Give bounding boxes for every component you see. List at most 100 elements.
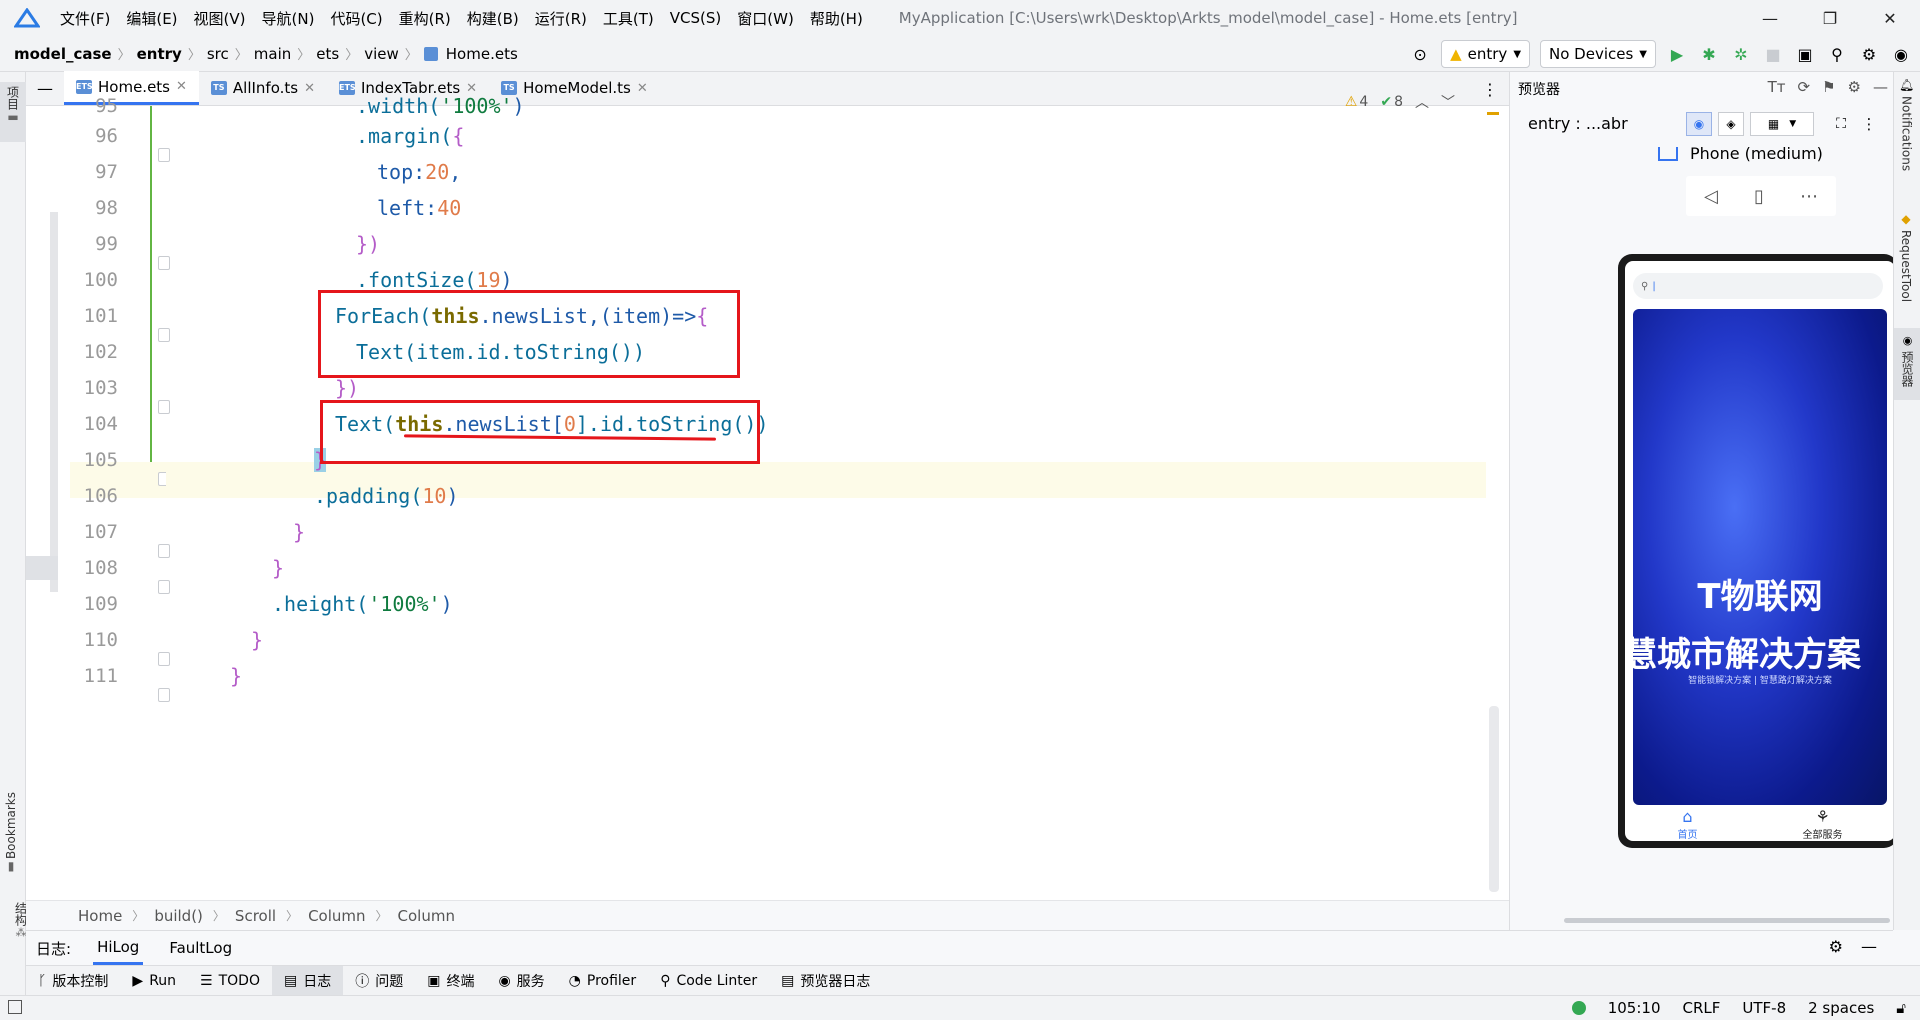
- tool-profiler[interactable]: ◔ Profiler: [557, 966, 649, 996]
- account-icon[interactable]: ◉: [1890, 43, 1912, 65]
- menu-file[interactable]: 文件(F): [52, 8, 118, 29]
- tool-run[interactable]: ▶ Run: [120, 966, 188, 996]
- app-search-bar[interactable]: ⚲ |: [1633, 273, 1883, 299]
- close-icon[interactable]: ✕: [1860, 0, 1920, 36]
- nav-all-services[interactable]: ⚘ 全部服务: [1803, 807, 1843, 841]
- gear-icon[interactable]: ⚙: [1829, 937, 1843, 956]
- module-select[interactable]: ▲ entry ▼: [1441, 40, 1531, 68]
- minimize-icon[interactable]: —: [1740, 0, 1800, 36]
- menu-edit[interactable]: 编辑(E): [118, 8, 185, 29]
- inspector-icon[interactable]: ◉: [1686, 112, 1712, 136]
- font-size-icon[interactable]: Tт: [1768, 78, 1786, 96]
- rotate-icon[interactable]: ▯: [1754, 186, 1764, 207]
- project-tool-button[interactable]: 项目 ▬: [0, 82, 26, 142]
- tool-todo[interactable]: ☰ TODO: [188, 966, 272, 996]
- bookmarks-tool-button[interactable]: Bookmarks ▮: [4, 792, 18, 873]
- bc-scroll[interactable]: Scroll: [235, 907, 276, 925]
- previewer-tool-button[interactable]: ◉ 预览器: [1894, 328, 1920, 400]
- gear-icon[interactable]: ⚙: [1858, 43, 1880, 65]
- banner-image[interactable]: T物联网 慧城市解决方案 智能锁解决方案 | 智慧路灯解决方案: [1633, 309, 1887, 805]
- device-manager-icon[interactable]: ▣: [1794, 43, 1816, 65]
- caret-position[interactable]: 105:10: [1608, 999, 1661, 1017]
- menu-code[interactable]: 代码(C): [322, 8, 390, 29]
- tab-faultlog[interactable]: FaultLog: [169, 939, 232, 957]
- minimize-panel-icon[interactable]: —: [1861, 937, 1877, 956]
- phone-screen[interactable]: ⚲ | T物联网 慧城市解决方案 智能锁解决方案 | 智慧路灯解决方案 ⌂ 首页 ⚘…: [1625, 261, 1895, 841]
- fullscreen-icon[interactable]: ⛶: [1828, 112, 1854, 136]
- tab-allinfo-ts[interactable]: TS AllInfo.ts ✕: [199, 71, 327, 105]
- run-icon[interactable]: ▶: [1666, 43, 1688, 65]
- attach-debugger-icon[interactable]: ✲: [1730, 43, 1752, 65]
- lock-icon[interactable]: 🔓︎: [1896, 999, 1906, 1017]
- editor-scrollbar[interactable]: [1489, 706, 1499, 892]
- entry-label[interactable]: entry : ...abr: [1528, 114, 1628, 133]
- crumb-main[interactable]: main: [250, 45, 295, 63]
- close-tab-icon[interactable]: ✕: [176, 79, 187, 94]
- crumb-project[interactable]: model_case: [10, 45, 116, 63]
- close-tab-icon[interactable]: ✕: [304, 81, 315, 96]
- crumb-ets[interactable]: ets: [312, 45, 343, 63]
- layers-icon[interactable]: ◈: [1718, 112, 1744, 136]
- device-select[interactable]: No Devices ▼: [1540, 40, 1656, 68]
- tool-terminal[interactable]: ▣ 终端: [415, 966, 486, 996]
- menu-tools[interactable]: 工具(T): [595, 8, 662, 29]
- preview-scrollbar[interactable]: [1564, 918, 1890, 923]
- code-editor[interactable]: 95 96 97 98 99 100 101 102 103 104 105 1…: [26, 94, 1509, 900]
- device-select-value: No Devices: [1549, 45, 1634, 63]
- terminal-icon: ▣: [427, 972, 441, 989]
- check-icon[interactable]: ✔ 8: [1380, 94, 1403, 110]
- tool-vcs[interactable]: ᚴ 版本控制: [26, 966, 120, 996]
- debug-icon[interactable]: ✱: [1698, 43, 1720, 65]
- menu-build[interactable]: 构建(B): [459, 8, 527, 29]
- more-icon[interactable]: ⋯: [1800, 186, 1818, 207]
- multi-device-select[interactable]: ▦ ▼: [1750, 112, 1814, 136]
- more-tabs-icon[interactable]: ⋮: [1479, 78, 1501, 100]
- code-line-97: top:20,: [377, 160, 462, 184]
- restore-icon[interactable]: ❐: [1800, 0, 1860, 36]
- menu-window[interactable]: 窗口(W): [729, 8, 802, 29]
- line-separator[interactable]: CRLF: [1683, 999, 1721, 1017]
- stop-icon[interactable]: ■: [1762, 43, 1784, 65]
- more-icon[interactable]: ⋮: [1860, 112, 1878, 136]
- bc-home[interactable]: Home: [78, 907, 122, 925]
- crumb-file[interactable]: Home.ets: [442, 45, 522, 63]
- refresh-icon[interactable]: ⟳: [1798, 78, 1811, 96]
- code-area[interactable]: .width('100%') .margin({ top:20, left:40…: [166, 94, 1486, 900]
- indent-setting[interactable]: 2 spaces: [1808, 999, 1874, 1017]
- crumb-module[interactable]: entry: [133, 45, 186, 63]
- file-encoding[interactable]: UTF-8: [1742, 999, 1786, 1017]
- panel-toggle-icon[interactable]: [8, 1000, 22, 1014]
- crumb-src[interactable]: src: [203, 45, 233, 63]
- bc-column[interactable]: Column: [308, 907, 365, 925]
- menu-refactor[interactable]: 重构(R): [391, 8, 459, 29]
- tab-hilog[interactable]: HiLog: [93, 932, 144, 965]
- collapse-icon[interactable]: —: [26, 71, 64, 105]
- requesttool-tool-button[interactable]: ◆ RequestTool: [1899, 212, 1913, 302]
- line-number: 101: [83, 305, 118, 327]
- nav-home[interactable]: ⌂ 首页: [1678, 807, 1698, 841]
- tool-code-linter[interactable]: ⚲ Code Linter: [648, 966, 769, 996]
- tool-services[interactable]: ◉ 服务: [486, 966, 556, 996]
- minimize-panel-icon[interactable]: —: [1873, 78, 1888, 96]
- close-tab-icon[interactable]: ✕: [637, 81, 648, 96]
- menu-vcs[interactable]: VCS(S): [662, 9, 729, 27]
- crumb-view[interactable]: view: [360, 45, 403, 63]
- menu-run[interactable]: 运行(R): [527, 8, 595, 29]
- back-icon[interactable]: ◁: [1704, 186, 1718, 207]
- chevron-down-icon[interactable]: ﹀: [1441, 92, 1455, 112]
- tool-previewer-log[interactable]: ▤ 预览器日志: [769, 966, 882, 996]
- target-icon[interactable]: ⊙: [1409, 43, 1431, 65]
- bc-build[interactable]: build(): [154, 907, 203, 925]
- gear-icon[interactable]: ⚙: [1848, 78, 1861, 96]
- bc-column-inner[interactable]: Column: [398, 907, 455, 925]
- menu-help[interactable]: 帮助(H): [802, 8, 871, 29]
- pin-icon[interactable]: ⚑: [1822, 78, 1835, 96]
- chevron-up-icon[interactable]: ︿: [1415, 92, 1429, 112]
- menu-navigate[interactable]: 导航(N): [254, 8, 323, 29]
- menu-view[interactable]: 视图(V): [186, 8, 254, 29]
- tool-log[interactable]: ▤ 日志: [271, 965, 344, 996]
- notifications-tool-button[interactable]: 🔔︎ Notifications: [1899, 78, 1914, 171]
- warning-icon[interactable]: ⚠ 4: [1345, 94, 1368, 110]
- tool-problems[interactable]: ⓘ 问题: [343, 966, 415, 996]
- search-icon[interactable]: ⚲: [1826, 43, 1848, 65]
